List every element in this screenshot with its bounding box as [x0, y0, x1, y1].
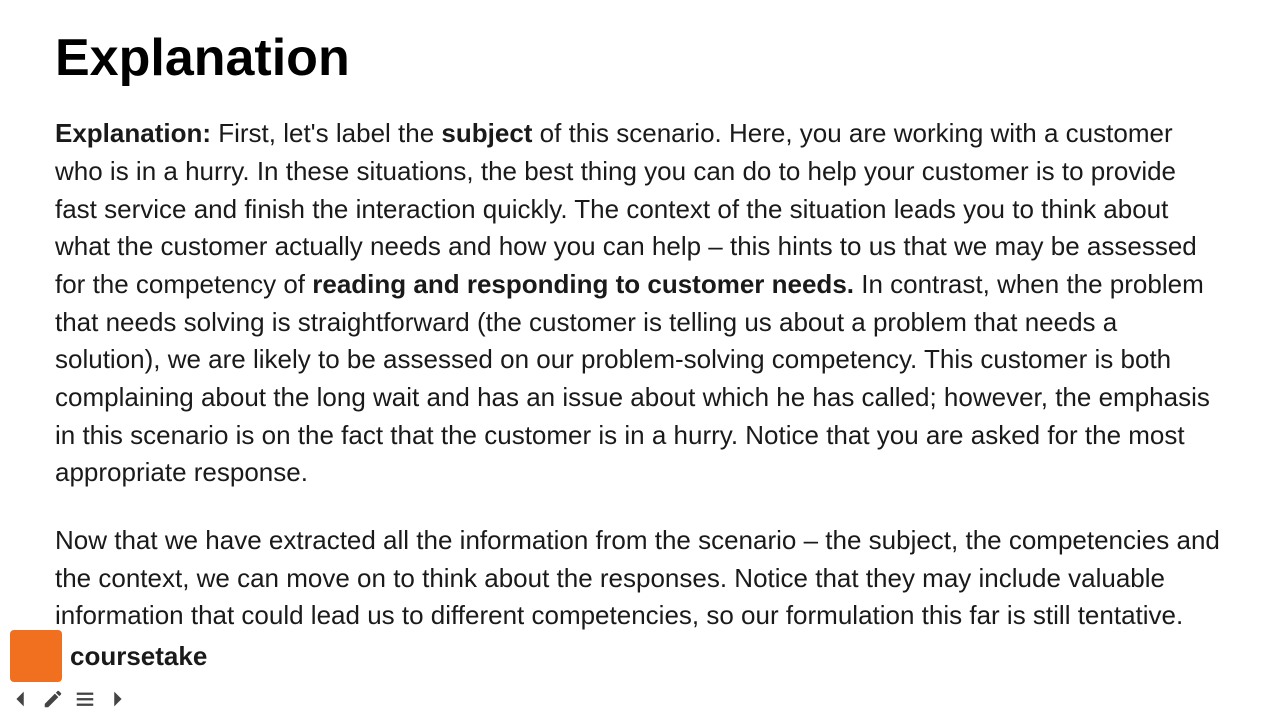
next-button[interactable] — [106, 688, 128, 710]
logo-text: coursetake — [70, 641, 207, 672]
page-title: Explanation — [55, 30, 1225, 87]
logo-square — [10, 630, 62, 682]
prev-button[interactable] — [10, 688, 32, 710]
controls-row — [10, 688, 207, 710]
second-paragraph: Now that we have extracted all the infor… — [55, 522, 1225, 635]
bottom-area: coursetake — [10, 630, 207, 710]
brand-row: coursetake — [10, 630, 207, 682]
subject-term: subject — [441, 118, 532, 148]
paragraph-label: Explanation: — [55, 118, 211, 148]
first-paragraph: Explanation: First, let's label the subj… — [55, 115, 1225, 492]
paragraph-text-final: In contrast, when the problem that needs… — [55, 269, 1210, 487]
main-content: Explanation Explanation: First, let's la… — [0, 0, 1280, 695]
competency-term: reading and responding to customer needs… — [312, 269, 854, 299]
menu-button[interactable] — [74, 688, 96, 710]
edit-button[interactable] — [42, 688, 64, 710]
paragraph-text-before-subject: First, let's label the — [211, 118, 441, 148]
